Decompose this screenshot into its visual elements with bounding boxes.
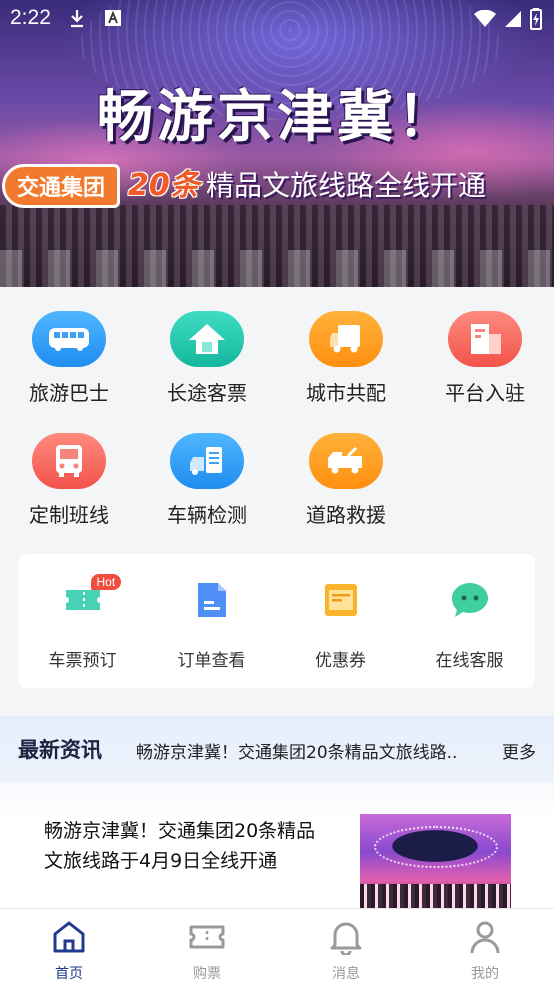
service-platform-join[interactable]: 平台入驻 <box>416 311 554 406</box>
quick-label: 在线客服 <box>435 651 504 671</box>
signal-icon <box>504 10 522 32</box>
thumbnail-dome-ring <box>374 826 498 868</box>
status-time: 2:22 <box>10 6 51 29</box>
tow-truck-icon <box>309 433 383 489</box>
chat-icon <box>450 580 490 620</box>
tab-profile[interactable]: 我的 <box>416 919 554 983</box>
truck-icon <box>309 311 383 367</box>
news-thumbnail <box>360 814 511 908</box>
quick-label: 车票预订 <box>48 651 117 671</box>
banner-number: 20条 <box>128 168 200 203</box>
service-label: 平台入驻 <box>445 381 525 405</box>
tab-label: 购票 <box>193 966 221 982</box>
download-icon <box>68 8 86 32</box>
ticket-tab-icon <box>138 919 276 955</box>
tab-home[interactable]: 首页 <box>0 919 138 983</box>
keyboard-a-icon <box>104 8 122 32</box>
service-long-distance[interactable]: 长途客票 <box>138 311 276 406</box>
news-ticker[interactable]: 畅游京津冀！交通集团20条精品文旅线路... <box>136 738 456 763</box>
quick-online-service[interactable]: 在线客服 <box>405 580 534 671</box>
wifi-icon <box>474 9 496 32</box>
house-icon <box>170 311 244 367</box>
news-item-title: 畅游京津冀！交通集团20条精品文旅线路于4月9日全线开通 <box>44 820 316 872</box>
tab-tickets[interactable]: 购票 <box>138 919 276 983</box>
banner-headline: 畅游京津冀！ <box>97 84 457 150</box>
status-icons <box>474 8 542 34</box>
bell-icon <box>277 919 415 955</box>
quick-label: 优惠券 <box>315 651 366 671</box>
hero-banner[interactable]: 畅游京津冀！ 交通集团 20条 精品文旅线路全线开通 <box>0 0 554 287</box>
banner-tag: 交通集团 <box>2 164 120 208</box>
quick-actions-card: Hot 车票预订 订单查看 优惠券 在线客服 <box>18 554 535 688</box>
bus-front-icon <box>32 433 106 489</box>
status-bar: 2:22 <box>0 0 554 36</box>
tab-label: 首页 <box>55 966 83 982</box>
building-icon <box>448 311 522 367</box>
service-label: 长途客票 <box>167 381 247 405</box>
tab-label: 我的 <box>471 966 499 982</box>
service-tour-bus[interactable]: 旅游巴士 <box>0 311 138 406</box>
service-label: 车辆检测 <box>167 503 247 527</box>
quick-label: 订单查看 <box>177 651 246 671</box>
battery-icon <box>530 8 542 34</box>
banner-tables-decoration <box>0 250 554 287</box>
coupon-icon <box>321 580 361 620</box>
bus-icon <box>32 311 106 367</box>
service-city-delivery[interactable]: 城市共配 <box>277 311 415 406</box>
banner-subtitle-row: 交通集团 20条 精品文旅线路全线开通 <box>0 162 554 214</box>
service-label: 定制班线 <box>29 503 109 527</box>
hot-badge: Hot <box>90 574 122 590</box>
thumbnail-crowd <box>360 884 511 908</box>
service-road-rescue[interactable]: 道路救援 <box>277 433 415 528</box>
home-icon <box>0 919 138 955</box>
news-list-item[interactable]: 畅游京津冀！交通集团20条精品文旅线路于4月9日全线开通 <box>0 782 554 908</box>
quick-coupons[interactable]: 优惠券 <box>276 580 405 671</box>
news-header: 最新资讯 畅游京津冀！交通集团20条精品文旅线路... 更多 <box>0 716 554 782</box>
service-label: 旅游巴士 <box>29 381 109 405</box>
ticket-icon: Hot <box>63 574 122 620</box>
banner-subtitle: 精品文旅线路全线开通 <box>206 169 487 202</box>
quick-order-view[interactable]: 订单查看 <box>147 580 276 671</box>
tab-messages[interactable]: 消息 <box>277 919 415 983</box>
service-label: 道路救援 <box>306 503 386 527</box>
bottom-tab-bar: 首页 购票 消息 我的 <box>0 908 554 984</box>
service-vehicle-inspection[interactable]: 车辆检测 <box>138 433 276 528</box>
document-icon <box>192 580 232 620</box>
news-more-link[interactable]: 更多 <box>502 738 536 763</box>
service-label: 城市共配 <box>306 381 386 405</box>
news-ticker-text: 畅游京津冀！交通集团20条精品文旅线路 <box>136 743 447 763</box>
quick-ticket-booking[interactable]: Hot 车票预订 <box>18 574 147 671</box>
user-icon <box>416 919 554 955</box>
service-custom-route[interactable]: 定制班线 <box>0 433 138 528</box>
tab-label: 消息 <box>332 966 360 982</box>
news-section-title: 最新资讯 <box>18 738 102 762</box>
car-inspect-icon <box>170 433 244 489</box>
